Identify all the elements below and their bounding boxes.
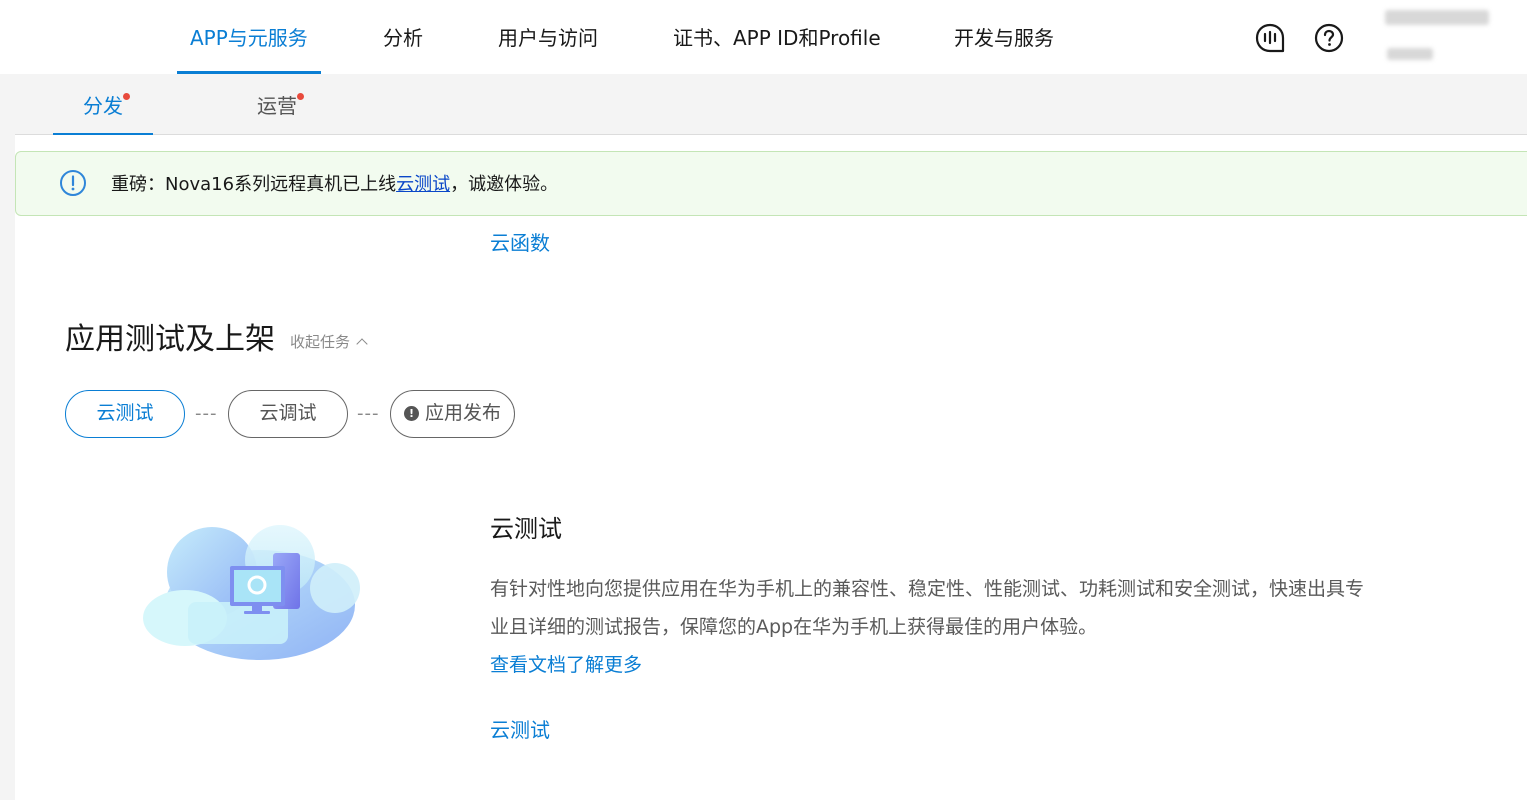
- step-app-release[interactable]: ! 应用发布: [390, 390, 515, 438]
- nav-tab-dev-services[interactable]: 开发与服务: [954, 0, 1054, 74]
- step-separator: ---: [195, 403, 218, 424]
- collapse-tasks-label: 收起任务: [290, 333, 351, 351]
- divider: [15, 134, 1527, 135]
- notice-text: 重磅：Nova16系列远程真机已上线云测试，诚邀体验。: [111, 152, 558, 217]
- nav-tab-certificates[interactable]: 证书、APP ID和Profile: [673, 0, 881, 74]
- cloud-test-action-link[interactable]: 云测试: [490, 716, 550, 744]
- chevron-up-icon: [356, 338, 368, 350]
- notification-dot: [297, 93, 304, 100]
- detail-title: 云测试: [490, 515, 562, 543]
- view-docs-link[interactable]: 查看文档了解更多: [490, 651, 642, 679]
- collapse-tasks-toggle[interactable]: 收起任务: [290, 331, 368, 353]
- cloud-function-link[interactable]: 云函数: [490, 229, 550, 257]
- notification-dot: [123, 93, 130, 100]
- side-gutter: [0, 135, 15, 800]
- step-separator: ---: [357, 403, 380, 424]
- nav-tab-users-access[interactable]: 用户与访问: [498, 0, 598, 74]
- notice-banner: 重磅：Nova16系列远程真机已上线云测试，诚邀体验。: [15, 151, 1527, 216]
- account-avatar-area[interactable]: [1383, 8, 1491, 66]
- nav-tab-analytics[interactable]: 分析: [383, 0, 423, 74]
- detail-description: 有针对性地向您提供应用在华为手机上的兼容性、稳定性、性能测试、功耗测试和安全测试…: [490, 578, 1365, 638]
- notice-suffix: ，诚邀体验。: [450, 174, 559, 195]
- help-icon[interactable]: [1314, 23, 1344, 53]
- nav-tab-app-services[interactable]: APP与元服务: [177, 0, 321, 74]
- step-app-release-label: 应用发布: [424, 402, 501, 424]
- info-icon: [59, 169, 87, 197]
- cloud-test-illustration: [140, 510, 370, 670]
- feedback-icon[interactable]: [1255, 23, 1285, 53]
- secondary-tab-bar: 分发 运营: [0, 74, 1527, 135]
- tab-operations[interactable]: 运营: [257, 74, 304, 135]
- notice-cloud-test-link[interactable]: 云测试: [396, 174, 450, 195]
- step-cloud-debug[interactable]: 云调试: [228, 390, 348, 438]
- tab-distribution-label: 分发: [83, 94, 123, 118]
- section-title: 应用测试及上架: [65, 322, 275, 357]
- step-cloud-test[interactable]: 云测试: [65, 390, 185, 438]
- notice-prefix: 重磅：Nova16系列远程真机已上线: [111, 174, 397, 195]
- warning-icon: !: [403, 406, 419, 421]
- active-tab-indicator: [53, 133, 153, 135]
- top-navigation-bar: APP与元服务 分析 用户与访问 证书、APP ID和Profile 开发与服务: [0, 0, 1527, 74]
- tab-distribution[interactable]: 分发: [83, 74, 130, 135]
- tab-operations-label: 运营: [257, 94, 297, 118]
